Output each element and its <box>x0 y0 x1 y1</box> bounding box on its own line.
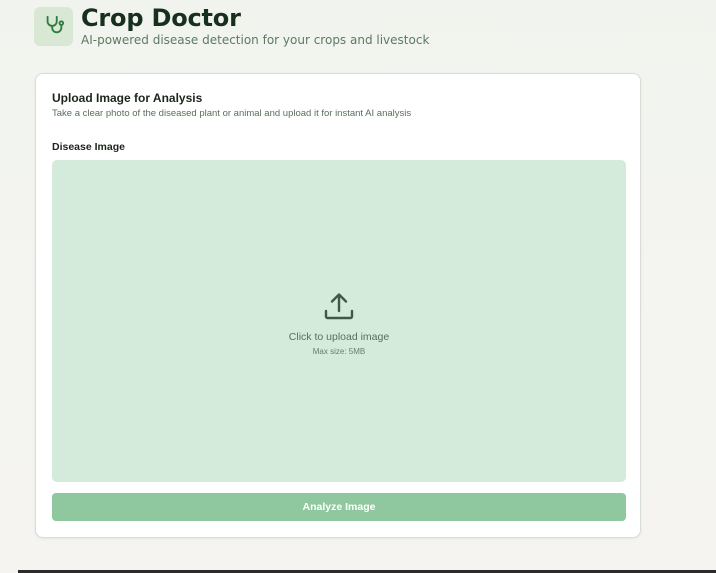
upload-prompt-text: Click to upload image <box>288 331 390 343</box>
card-title: Upload Image for Analysis <box>52 91 203 105</box>
app-subtitle: AI-powered disease detection for your cr… <box>81 33 430 47</box>
disease-image-label: Disease Image <box>52 141 125 153</box>
upload-card: Upload Image for Analysis Take a clear p… <box>35 73 641 538</box>
card-description: Take a clear photo of the diseased plant… <box>52 108 412 119</box>
stethoscope-icon <box>43 14 65 40</box>
analyze-image-button[interactable]: Analyze Image <box>52 493 626 521</box>
page-header: Crop Doctor AI-powered disease detection… <box>34 0 429 48</box>
image-upload-dropzone[interactable]: Click to upload image Max size: 5MB <box>52 160 626 482</box>
app-logo <box>34 7 73 46</box>
app-title: Crop Doctor <box>81 4 241 32</box>
max-size-hint: Max size: 5MB <box>312 347 366 356</box>
upload-icon <box>323 290 355 322</box>
title-block: Crop Doctor AI-powered disease detection… <box>81 0 429 48</box>
